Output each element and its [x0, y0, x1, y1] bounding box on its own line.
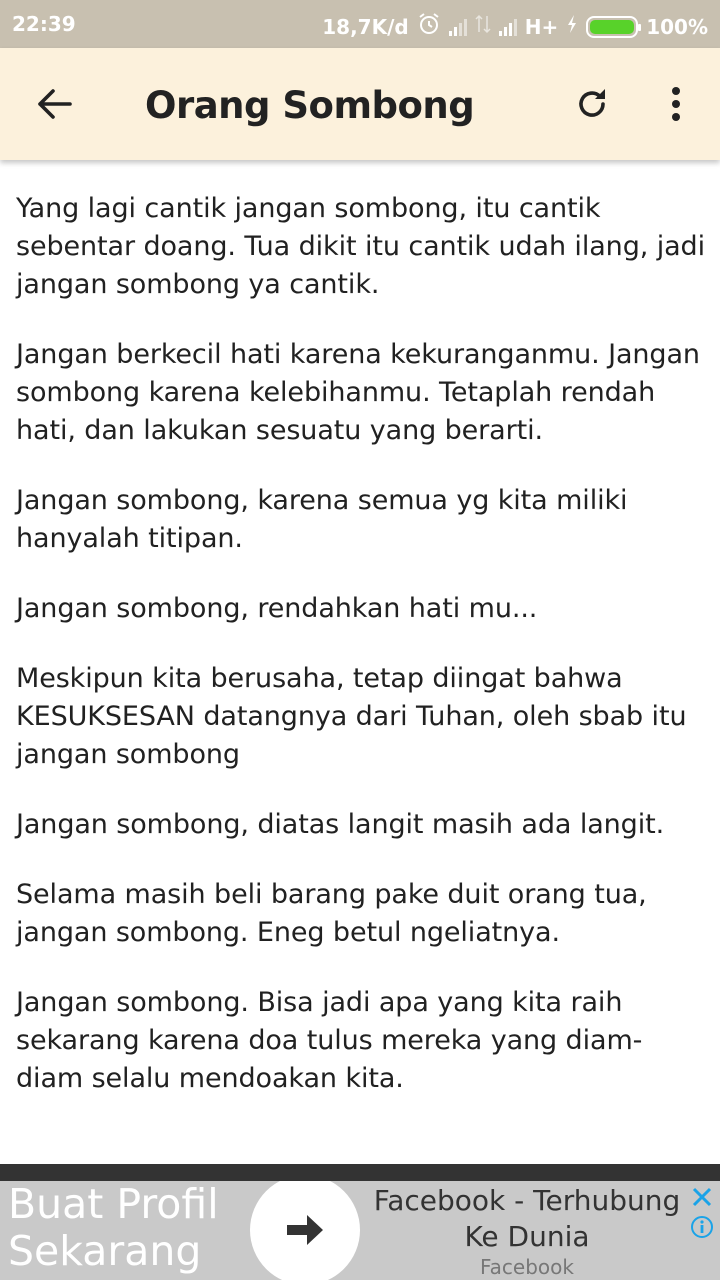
back-arrow-icon — [38, 89, 72, 119]
data-arrows-icon — [475, 14, 491, 39]
alarm-icon — [417, 12, 441, 41]
charging-icon — [566, 14, 578, 39]
quote-text: Selama masih beli barang pake duit orang… — [16, 879, 647, 948]
quote-text: Jangan sombong, diatas langit masih ada … — [16, 809, 665, 840]
signal-icon — [498, 18, 517, 36]
network-type: H+ — [524, 14, 559, 39]
quote-text: Jangan sombong, rendahkan hati mu... — [16, 593, 538, 624]
app-bar: Orang Sombong — [0, 48, 720, 160]
more-vert-icon — [672, 87, 680, 121]
status-icons: 18,7K/d H+ 100% — [322, 12, 708, 41]
battery-icon — [586, 15, 642, 38]
status-bar: 22:39 18,7K/d H+ 100% — [0, 0, 720, 48]
page-title: Orang Sombong — [145, 84, 475, 127]
quote-text: Jangan sombong, karena semua yg kita mil… — [16, 485, 628, 554]
close-icon — [692, 1187, 712, 1207]
signal-icon — [448, 18, 467, 36]
ad-cta-button[interactable] — [250, 1181, 360, 1280]
battery-percent: 100% — [646, 14, 708, 39]
status-time: 22:39 — [12, 12, 76, 36]
quote-text: Jangan berkecil hati karena kekuranganmu… — [16, 339, 700, 446]
ad-divider — [0, 1164, 720, 1181]
quote-text: Yang lagi cantik jangan sombong, itu can… — [16, 193, 705, 300]
ad-info-button[interactable] — [688, 1213, 716, 1241]
refresh-button[interactable] — [566, 78, 618, 130]
back-button[interactable] — [26, 78, 82, 130]
quote-text: Jangan sombong. Bisa jadi apa yang kita … — [16, 987, 643, 1094]
ad-close-button[interactable] — [688, 1183, 716, 1211]
net-speed: 18,7K/d — [322, 14, 409, 39]
more-options-button[interactable] — [652, 78, 700, 130]
info-icon — [691, 1216, 713, 1238]
arrow-right-icon — [287, 1215, 323, 1245]
ad-title[interactable]: Facebook - Terhubung Ke Dunia — [366, 1183, 688, 1255]
quote-list: Yang lagi cantik jangan sombong, itu can… — [16, 190, 706, 1130]
ad-banner[interactable]: Buat Profil Sekarang Facebook - Terhubun… — [0, 1181, 720, 1280]
ad-source: Facebook — [480, 1255, 574, 1279]
refresh-icon — [579, 89, 605, 117]
ad-headline[interactable]: Buat Profil Sekarang — [8, 1181, 248, 1275]
quote-text: Meskipun kita berusaha, tetap diingat ba… — [16, 663, 687, 770]
battery-fill — [590, 19, 635, 34]
